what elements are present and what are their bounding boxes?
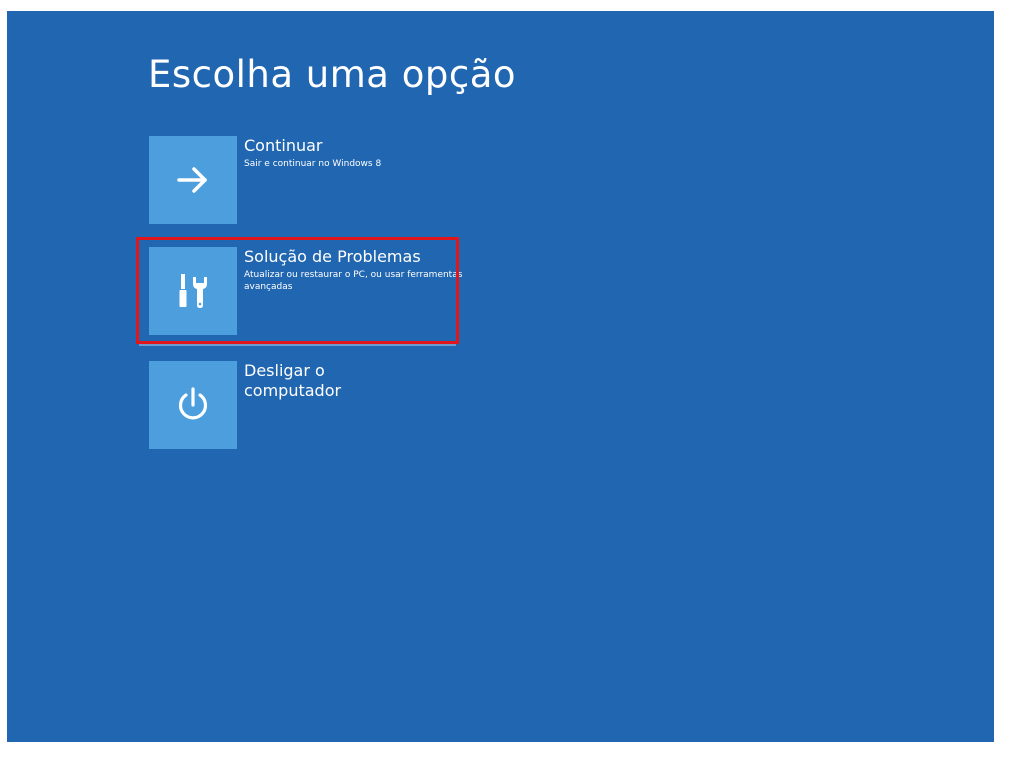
troubleshoot-title: Solução de Problemas — [244, 247, 421, 266]
continue-text[interactable]: Continuar Sair e continuar no Windows 8 — [244, 136, 484, 170]
troubleshoot-text[interactable]: Solução de Problemas Atualizar ou restau… — [244, 247, 484, 293]
tools-icon — [179, 274, 207, 308]
shutdown-tile[interactable] — [149, 361, 237, 449]
shutdown-option[interactable]: Desligar o computador — [149, 361, 489, 449]
shutdown-title: Desligar o computador — [244, 361, 342, 400]
page-title: Escolha uma opção — [148, 53, 517, 96]
continue-description: Sair e continuar no Windows 8 — [244, 159, 382, 169]
arrow-right-icon — [177, 167, 207, 193]
troubleshoot-tile[interactable] — [149, 247, 237, 335]
recovery-screen: Escolha uma opção Continuar Sair e conti… — [7, 11, 994, 742]
shutdown-text[interactable]: Desligar o computador — [244, 361, 384, 401]
troubleshoot-option[interactable]: Solução de Problemas Atualizar ou restau… — [149, 247, 489, 335]
power-icon — [178, 387, 208, 420]
continue-title: Continuar — [244, 136, 323, 155]
continue-option[interactable]: Continuar Sair e continuar no Windows 8 — [149, 136, 489, 224]
continue-tile[interactable] — [149, 136, 237, 224]
troubleshoot-description: Atualizar ou restaurar o PC, ou usar fer… — [244, 270, 463, 292]
